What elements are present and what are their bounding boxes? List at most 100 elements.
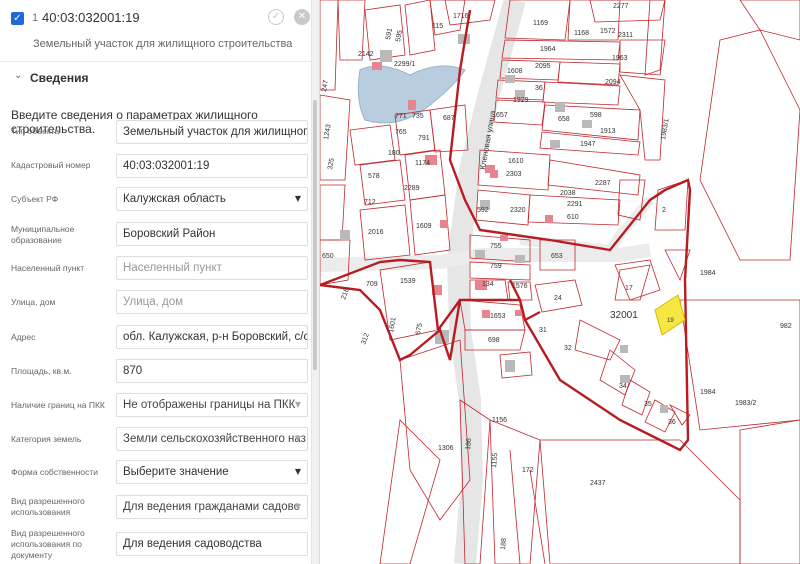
dropdown-arrow-icon: ▼ [294, 400, 301, 409]
parcel-label: 35 [644, 401, 652, 408]
land-category-select[interactable]: Земли сельскохозяйственного наз ▼ [116, 427, 308, 451]
parcel-label: 2437 [590, 480, 606, 487]
parcel-label: 2289 [404, 185, 420, 192]
parcel-label: 595 [395, 30, 404, 43]
parcel-label: 1608 [507, 68, 523, 75]
area-field[interactable]: 870 [116, 359, 308, 383]
parcel-label: 653 [551, 253, 563, 260]
municipality-field[interactable]: Боровский Район [116, 222, 308, 246]
selected-parcel-label: 19 [667, 318, 674, 324]
cadastral-map[interactable]: Кленовая улица 32001 1716 1169 2277 2142… [320, 0, 800, 564]
parcel-label: 1539 [400, 278, 416, 285]
map-canvas[interactable]: Кленовая улица 32001 1716 1169 2277 2142… [320, 0, 800, 564]
dropdown-arrow-icon: ▼ [294, 194, 301, 203]
parcel-label: 115 [432, 23, 443, 30]
parcel-label: 2 [662, 207, 666, 214]
parcel-label: 312 [360, 332, 371, 345]
parcel-label: 735 [412, 113, 424, 120]
parcel-label: 755 [490, 243, 502, 250]
parcel-label: 186 [465, 438, 473, 450]
property-panel: ✓ 1 40:03:032001:19 ✓ ✕ Земельный участо… [0, 0, 320, 564]
parcel-label: 650 [322, 253, 334, 260]
parcel-label: 765 [395, 129, 407, 136]
parcel-label: 759 [490, 263, 502, 270]
parcel-label: 31 [539, 327, 547, 334]
parcel-label: 709 [366, 281, 378, 288]
parcel-label: 791 [418, 135, 430, 142]
parcel-label: 218 [340, 287, 351, 300]
parcel-label: 592 [477, 207, 489, 214]
field-label-area: Площадь, кв.м. [11, 366, 72, 376]
parcel-label: 1716 [453, 13, 469, 20]
dropdown-arrow-icon: ▼ [294, 434, 301, 443]
parcel-label: 1306 [438, 445, 454, 452]
pkk-boundaries-select[interactable]: Не отображены границы на ПКК ▼ [116, 393, 308, 417]
item-header: ✓ 1 40:03:032001:19 ✓ ✕ Земельный участо… [0, 0, 311, 62]
parcel-label: 2299/1 [394, 61, 416, 68]
parcel-label: 1572 [600, 28, 616, 35]
panel-scrollbar-thumb[interactable] [313, 100, 317, 370]
parcel-label: 1610 [508, 158, 524, 165]
parcel-label: 1653 [490, 313, 506, 320]
field-label-permitted-use-doc: Вид разрешенного использования по докуме… [11, 528, 85, 560]
parcel-label: 188 [500, 538, 508, 550]
parcel-label: 1983/1 [660, 118, 671, 140]
parcel-label: 1155 [491, 452, 499, 468]
field-label-cadastral-number: Кадастровый номер [11, 160, 91, 170]
check-circle-icon[interactable]: ✓ [268, 9, 284, 25]
permitted-use-select[interactable]: Для ведения гражданами садово ▼ [116, 495, 308, 519]
parcel-label: 658 [558, 116, 570, 123]
parcel-label: 578 [368, 173, 380, 180]
parcel-label: 610 [567, 214, 579, 221]
field-label-street: Улица, дом [11, 297, 56, 307]
item-checkbox[interactable]: ✓ [11, 12, 24, 25]
parcel-label: 1913 [600, 128, 616, 135]
region-select-value: Калужская область [123, 193, 226, 205]
parcel-label: 1984 [700, 389, 716, 396]
street-input[interactable]: Улица, дом [116, 290, 308, 314]
parcel-label: 2303 [506, 171, 522, 178]
parcel-label: 172 [522, 467, 534, 474]
object-type-field[interactable]: Земельный участок для жилищного с [116, 120, 308, 144]
dropdown-arrow-icon: ▼ [294, 502, 301, 511]
parcel-label: 17 [625, 285, 633, 292]
address-field[interactable]: обл. Калужская, р-н Боровский, с/с Б [116, 325, 308, 349]
quarter-label: 32001 [610, 310, 638, 321]
parcel-label: 2094 [605, 79, 621, 86]
parcel-label: 34 [619, 383, 627, 390]
locality-input[interactable]: Населенный пункт [116, 256, 308, 280]
parcel-label: 657 [496, 112, 508, 119]
field-label-pkk-boundaries: Наличие границ на ПКК [11, 400, 105, 410]
parcel-label: 1983/2 [735, 400, 757, 407]
cadastral-number-title: 40:03:032001:19 [42, 10, 140, 25]
parcel-label: 36 [668, 419, 676, 426]
parcel-label: 2038 [560, 190, 576, 197]
parcel-label: 1169 [533, 20, 548, 27]
parcel-label: 1156 [492, 417, 507, 424]
chevron-down-icon[interactable]: ⌄ [14, 70, 22, 81]
ownership-select[interactable]: Выберите значение ▼ [116, 460, 308, 484]
permitted-use-doc-field[interactable]: Для ведения садоводства [116, 532, 308, 556]
cadastral-number-field[interactable]: 40:03:032001:19 [116, 154, 308, 178]
item-index: 1 [32, 12, 39, 24]
section-title[interactable]: Сведения [30, 71, 88, 85]
parcel-label: 134 [482, 281, 494, 288]
field-label-municipality: Муниципальное образование [11, 224, 75, 245]
parcel-label: 598 [590, 112, 602, 119]
parcel-label: 2320 [510, 207, 526, 214]
parcel-label: 1168 [574, 30, 589, 37]
parcel-label: 687 [443, 115, 455, 122]
parcel-label: 36 [535, 85, 543, 92]
parcel-label: 1963 [612, 55, 628, 62]
land-category-value: Земли сельскохозяйственного наз [123, 433, 306, 445]
close-icon[interactable]: ✕ [294, 9, 310, 25]
parcel-label: 2287 [595, 180, 611, 187]
field-label-locality: Населенный пункт [11, 263, 85, 273]
region-select[interactable]: Калужская область ▼ [116, 187, 308, 211]
parcel-label: 247 [321, 80, 330, 93]
parcel-label: 1609 [416, 223, 432, 230]
parcel-label: 180 [388, 150, 400, 157]
parcel-label: 2291 [567, 201, 583, 208]
parcel-label: 2311 [618, 32, 633, 39]
parcel-label: 1964 [540, 46, 556, 53]
